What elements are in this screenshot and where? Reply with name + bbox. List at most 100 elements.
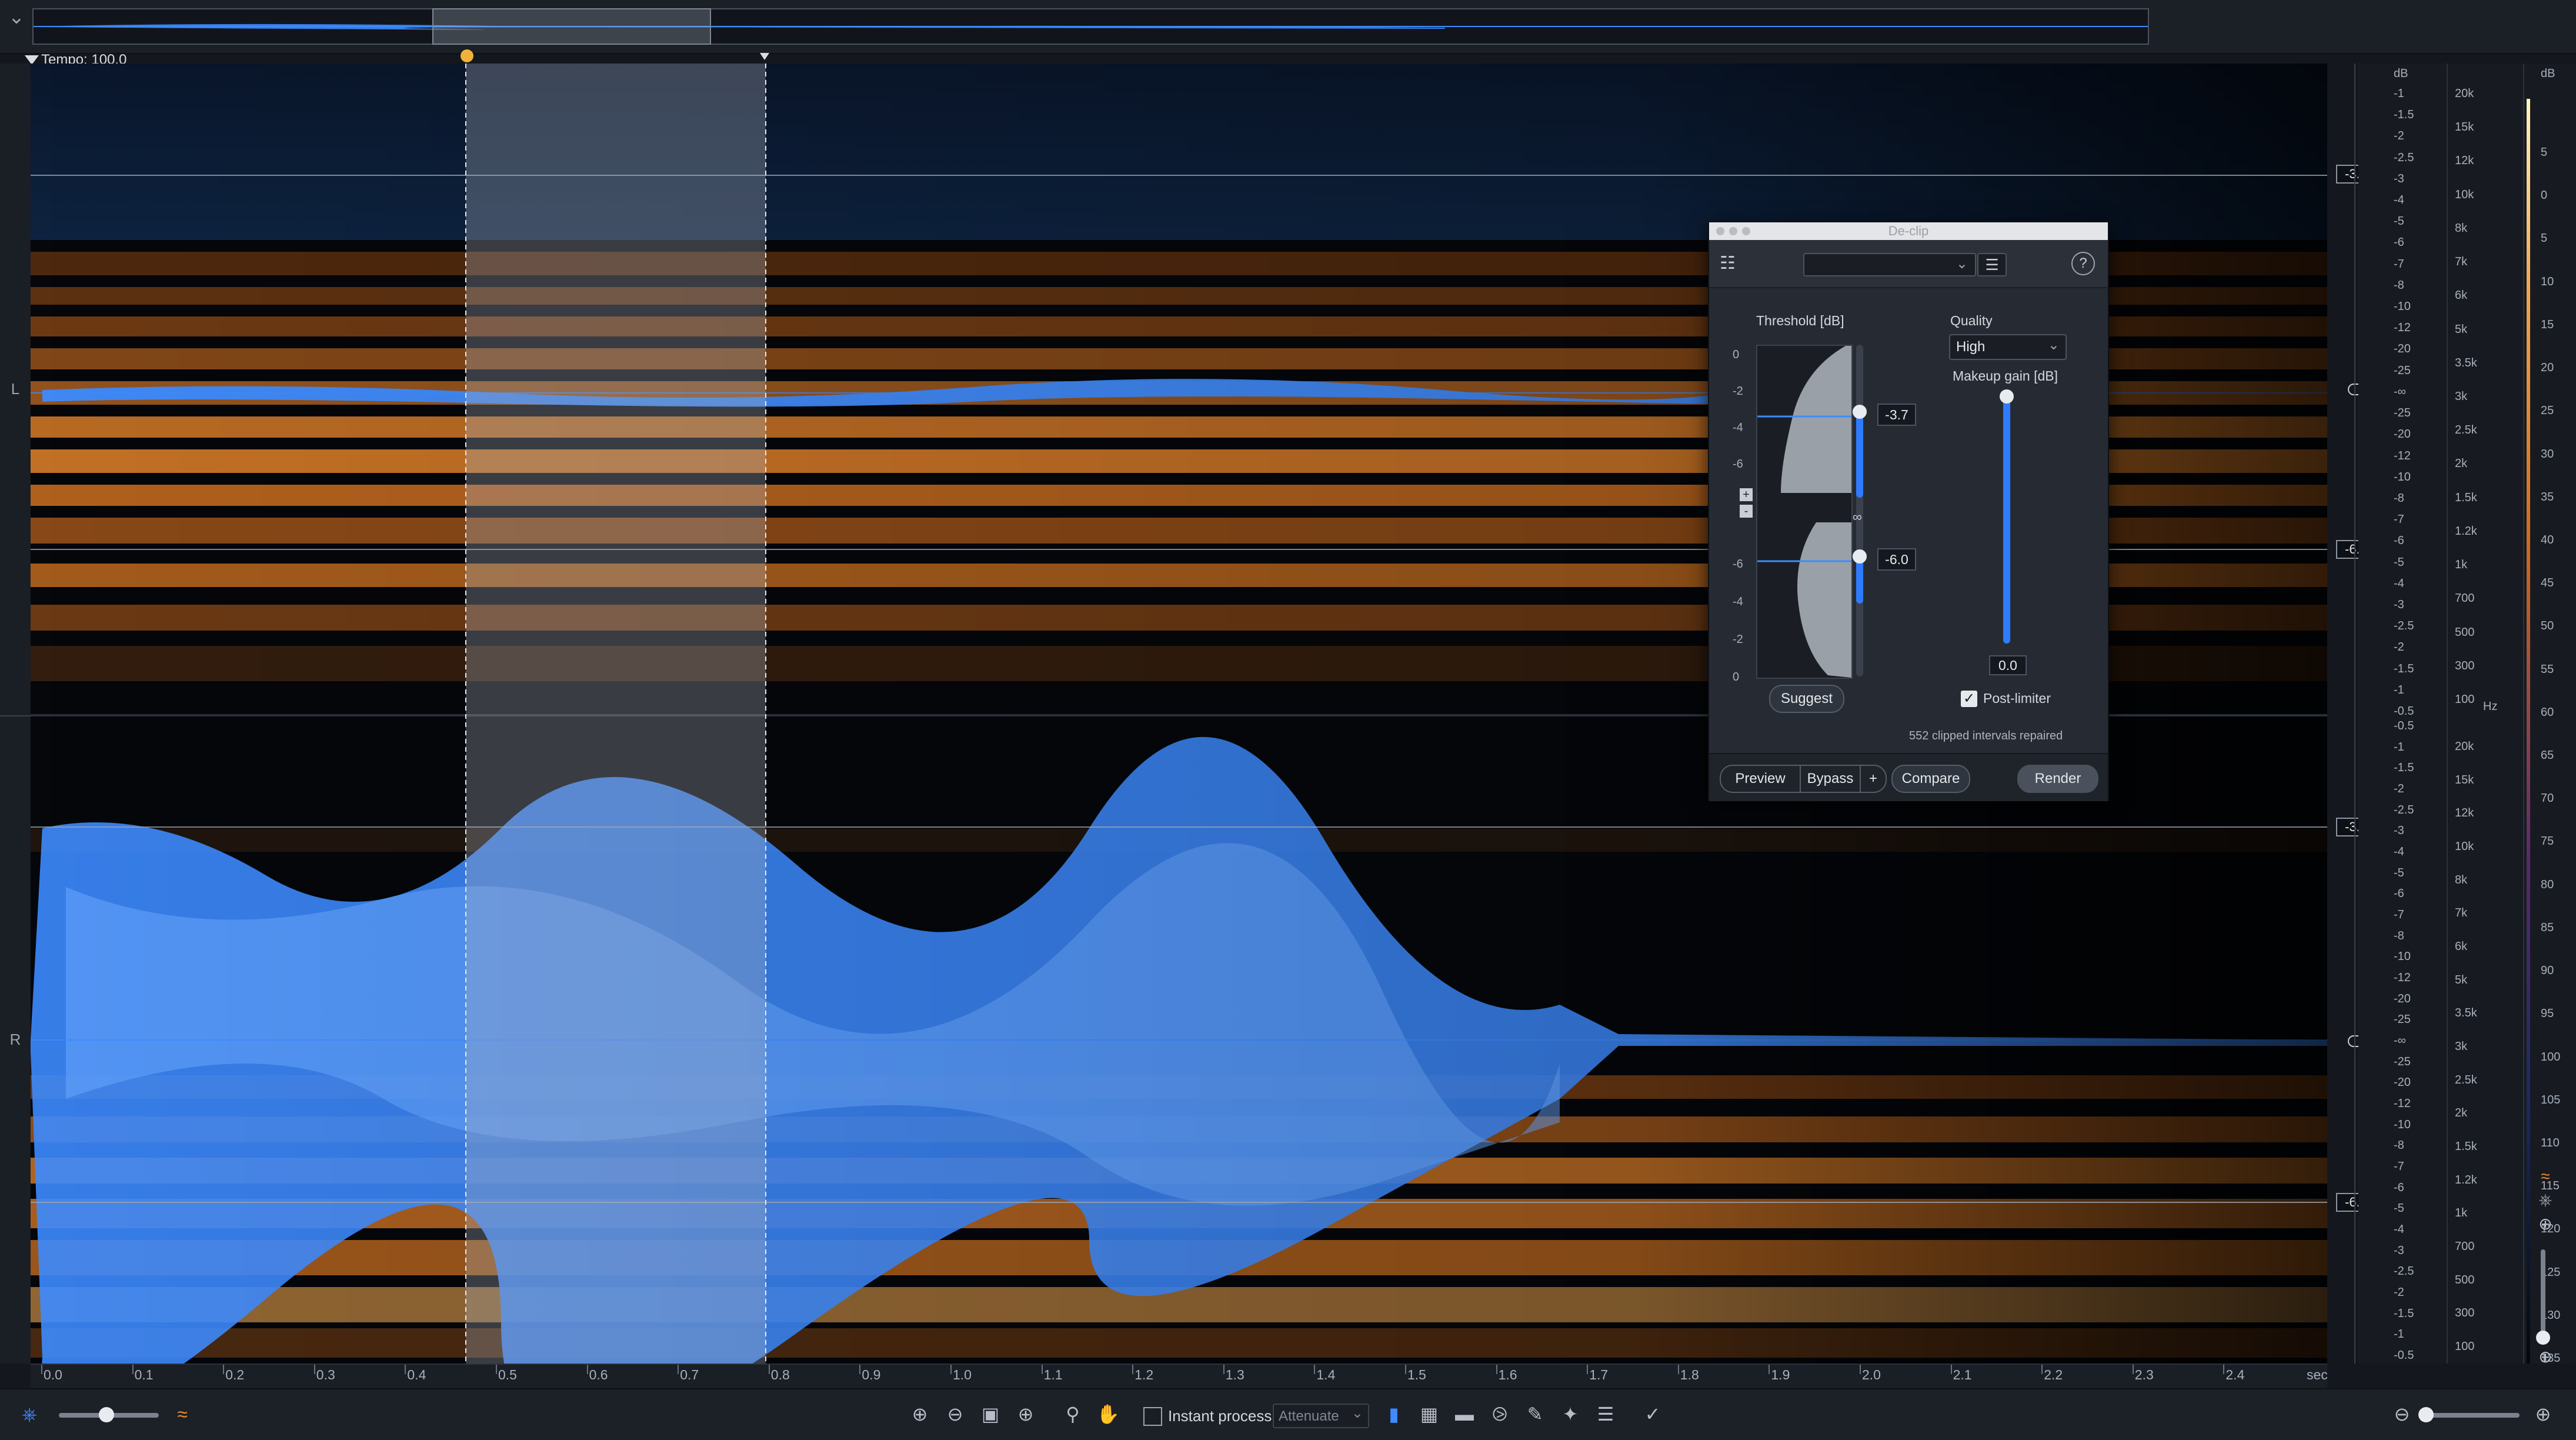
zoom-in-horizontal-icon[interactable]: ⊕ [2531, 1402, 2555, 1426]
zoom-in-icon[interactable]: ⊕ [908, 1402, 932, 1426]
channel-label-right[interactable]: R [0, 1031, 31, 1049]
db-scale-label: -2.5 [2394, 619, 2414, 633]
waveform-scale-icon[interactable]: ⎈ [2534, 1191, 2557, 1212]
colormap-label: 110 [2541, 1136, 2560, 1149]
time-tick [2223, 1365, 2225, 1374]
threshold-tick: -4 [1733, 595, 1743, 608]
preview-button[interactable]: Preview [1721, 766, 1801, 792]
gain-envelope-icon[interactable]: ✓ [1641, 1402, 1664, 1426]
horizontal-zoom-knob[interactable] [2418, 1407, 2434, 1422]
frequency-label: 300 [2455, 659, 2475, 672]
brush-icon[interactable]: ✎ [1523, 1402, 1547, 1426]
makeup-gain-knob[interactable] [2000, 389, 2014, 404]
time-tick [950, 1365, 952, 1374]
selection-end-marker-icon[interactable] [760, 53, 769, 60]
zoom-icon[interactable] [1742, 227, 1750, 235]
link-icon[interactable]: ∞ [1853, 509, 1862, 525]
db-scale-label: -7 [2394, 1160, 2404, 1173]
colormap-label: 0 [2541, 189, 2548, 202]
magnify-icon[interactable]: ⚲ [1061, 1402, 1085, 1426]
frequency-label: 500 [2455, 1273, 2475, 1286]
instant-process-mode-select[interactable]: Attenuate ⌄ [1273, 1404, 1369, 1428]
preview-bypass-group: Preview Bypass + [1720, 765, 1887, 793]
suggest-button[interactable]: Suggest [1769, 685, 1844, 713]
spectrogram-view-icon[interactable]: ≈ [171, 1402, 194, 1426]
db-scale-label: -6 [2394, 236, 2404, 249]
frequency-scale[interactable]: Hz 20k 15k 12k 10k 8k 7k 6k 5k 3.5k 3k 2.5k 2k 1.5k 1… [2447, 64, 2512, 1364]
hz-unit-label: Hz [2483, 700, 2498, 713]
module-settings-icon[interactable]: ☷ [1720, 253, 1737, 274]
vertical-zoom-knob[interactable] [2536, 1331, 2550, 1345]
threshold-tick: -6 [1733, 458, 1743, 471]
overview-bar: ⌄ [0, 0, 2576, 54]
db-scale-label: -8 [2394, 929, 2404, 942]
threshold-upper-knob[interactable] [1853, 405, 1867, 419]
zoom-selection-icon[interactable]: ▣ [979, 1402, 1002, 1426]
makeup-gain-slider[interactable] [2003, 396, 2010, 644]
declip-title[interactable]: De-clip [1709, 222, 2108, 240]
collapse-icon[interactable]: ⌄ [5, 7, 28, 44]
chevron-down-icon: ⌄ [2047, 337, 2060, 353]
db-scale-label: -4 [2394, 576, 2404, 590]
overview-viewport[interactable] [432, 8, 711, 45]
time-tick [132, 1365, 134, 1374]
channel-label-left[interactable]: L [0, 380, 31, 398]
post-limiter-checkbox[interactable]: ✓ [1961, 691, 1977, 707]
render-button[interactable]: Render [2017, 765, 2098, 793]
makeup-gain-value[interactable]: 0.0 [1989, 655, 2027, 675]
frequency-label: 1.2k [2455, 524, 2477, 538]
gain-track [2354, 64, 2355, 1364]
frequency-label: 20k [2455, 740, 2474, 753]
threshold-tick: 0 [1733, 671, 1740, 684]
time-ticks: 0.0 0.1 0.2 0.3 0.4 0.5 0.6 0.7 0.8 0.9 1.0 1.1 1.2 1… [31, 1365, 2327, 1389]
db-scale-label: -12 [2394, 321, 2411, 335]
db-scale-label: -∞ [2394, 1034, 2406, 1047]
time-tick [1132, 1365, 1134, 1374]
time-tick [1041, 1365, 1043, 1374]
bypass-button[interactable]: Bypass [1801, 766, 1861, 792]
db-scale[interactable]: dB -1 -1.5 -2 -2.5 -3 -4 -5 -6 -7 -8 -10 -12 -20 -25 -… [2390, 64, 2443, 1364]
harmonic-selection-icon[interactable]: ☰ [1594, 1402, 1617, 1426]
add-to-chain-button[interactable]: + [1861, 766, 1886, 792]
quality-select[interactable]: High ⌄ [1949, 334, 2067, 360]
minimize-icon[interactable] [1729, 227, 1737, 235]
horizontal-zoom-slider[interactable] [2423, 1413, 2520, 1418]
lasso-icon[interactable]: ⧁ [1488, 1402, 1511, 1426]
vertical-zoom-in-icon[interactable]: ⊕ [2534, 1214, 2557, 1235]
frequency-label: 1.2k [2455, 1173, 2477, 1186]
zoom-fit-icon[interactable]: ⊕ [1014, 1402, 1037, 1426]
threshold-upper-value[interactable]: -3.7 [1877, 404, 1916, 426]
time-tick-label: 1.3 [1225, 1367, 1244, 1382]
time-tick-label: 2.3 [2134, 1367, 2154, 1382]
channel-divider [0, 715, 31, 716]
threshold-lower-knob[interactable] [1853, 549, 1867, 564]
preset-menu-icon[interactable]: ☰ [1977, 253, 2007, 276]
overview-waveform-graphic [34, 24, 2148, 30]
time-tick-label: 0.5 [498, 1367, 517, 1382]
selection-start-handle[interactable] [461, 49, 473, 62]
help-icon[interactable]: ? [2071, 252, 2095, 275]
compare-button[interactable]: Compare [1891, 765, 1970, 793]
overview-waveform[interactable] [32, 8, 2149, 45]
time-ruler[interactable]: 0.0 0.1 0.2 0.3 0.4 0.5 0.6 0.7 0.8 0.9 1.0 1.1 1.2 1… [31, 1364, 2328, 1389]
db-scale-label: -8 [2394, 1139, 2404, 1152]
frequency-selection-icon[interactable]: ▬ [1453, 1402, 1476, 1426]
threshold-lower-value[interactable]: -6.0 [1877, 548, 1916, 571]
close-icon[interactable] [1716, 227, 1724, 235]
preset-dropdown[interactable]: ⌄ [1803, 253, 1976, 276]
instant-process-checkbox[interactable] [1143, 1407, 1162, 1426]
vertical-zoom-out-icon[interactable]: ⊕ [2534, 1347, 2557, 1368]
magic-wand-icon[interactable]: ✦ [1559, 1402, 1582, 1426]
time-frequency-selection-icon[interactable]: ▦ [1417, 1402, 1441, 1426]
zoom-out-icon[interactable]: ⊖ [943, 1402, 967, 1426]
instant-process-label: Instant process [1168, 1407, 1272, 1425]
time-tick-label: 1.6 [1498, 1367, 1517, 1382]
zoom-out-horizontal-icon[interactable]: ⊖ [2390, 1402, 2414, 1426]
db-scale-label: -20 [2394, 342, 2411, 356]
spectrogram-scale-icon[interactable]: ≈ [2534, 1167, 2557, 1188]
hand-icon[interactable]: ✋ [1096, 1402, 1120, 1426]
vertical-zoom-slider[interactable] [2541, 1249, 2545, 1344]
waveform-view-icon[interactable]: ⎈ [18, 1402, 41, 1426]
time-selection-icon[interactable]: ▮ [1382, 1402, 1406, 1426]
blend-slider-knob[interactable] [99, 1407, 114, 1422]
